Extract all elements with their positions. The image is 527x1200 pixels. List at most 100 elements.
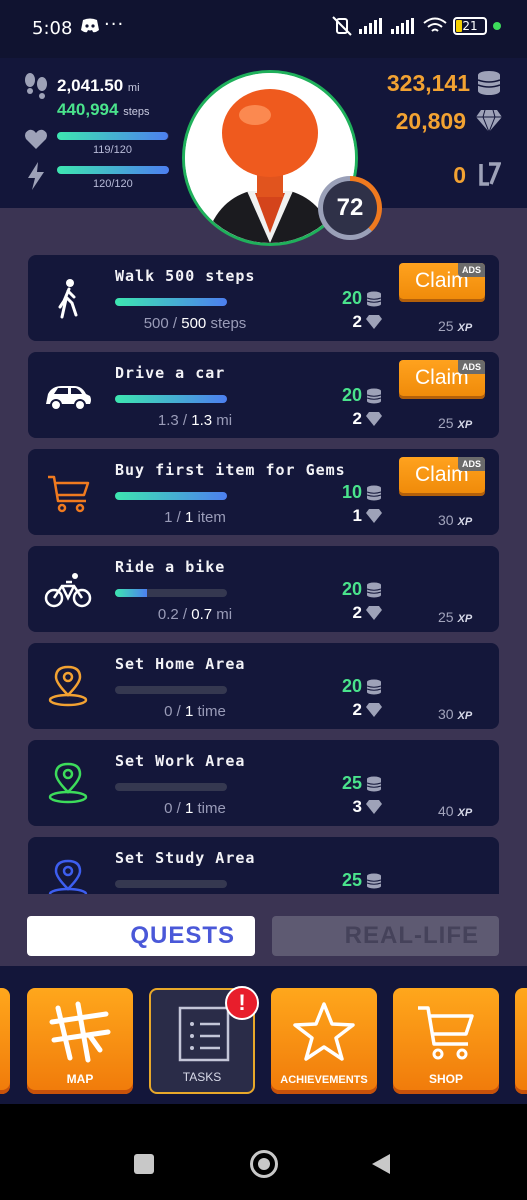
walker-icon [58,279,78,319]
coin-icon [366,873,382,889]
quest-current: 0 [164,800,173,817]
tab-quests[interactable]: QUESTS [27,916,255,956]
back-button[interactable] [370,1152,394,1176]
claim-button[interactable]: Claim ADS [399,263,485,299]
status-dot [493,22,501,30]
quest-progress-fill [115,298,227,306]
quest-progress-bar [115,395,227,403]
nav-achievements-button[interactable]: ACHIEVEMENTS [271,988,377,1094]
quest-coin-reward: 20 [341,579,362,599]
quest-xp: 25 XP [438,318,472,334]
coin-icon [366,388,382,404]
quest-progress-fill [115,589,148,597]
quest-progress-text: 1.3 / 1.3 mi [157,412,233,429]
status-right: 21 [331,16,501,36]
bottom-nav: MAP TASKS ! ACHIEVEMENTS SHOP [0,966,527,1104]
quest-target: 1 [185,703,194,720]
quest-xp: 30 XP [438,706,472,722]
nav-right-partial[interactable] [515,988,527,1094]
nav-left-partial[interactable] [0,988,10,1094]
quest-unit: time [197,800,226,817]
coin-icon [366,679,382,695]
quest-gem-reward: 2 [352,700,362,719]
quest-current: 0 [164,703,173,720]
quest-card[interactable]: Ride a bike 0.2 / 0.7 mi 20 2 25 XP [28,546,499,632]
quest-progress-text: 0.2 / 0.7 mi [157,606,233,623]
quest-current: 500 [143,315,169,332]
distance-value: 2,041.50 [57,76,124,95]
quest-coin-reward: 20 [341,288,362,308]
claim-button[interactable]: Claim ADS [399,457,485,493]
quest-xp: 25 XP [438,415,472,431]
quest-current: 0.2 [157,606,179,623]
lightning-icon [28,162,44,190]
coins-icon [477,71,501,95]
tokens-stat: 0 [453,162,466,188]
bike-icon [44,573,92,608]
quest-current: 1 [164,509,173,526]
quest-xp: 25 XP [438,609,472,625]
quest-card[interactable]: Drive a car 1.3 / 1.3 mi 20 2 25 XP Claim… [28,352,499,438]
quest-card[interactable]: Set Home Area 0 / 1 time 20 2 30 XP [28,643,499,729]
quest-unit: mi [216,606,233,623]
quest-title: Walk 500 steps [115,267,256,285]
quest-progress-fill [115,492,227,500]
quest-card[interactable]: Set Work Area 0 / 1 time 25 3 40 XP [28,740,499,826]
quest-coin-reward: 20 [341,385,362,405]
quest-xp-value: 25 [438,609,454,625]
quest-progress-bar [115,589,227,597]
quest-progress-text: 500 / 500 steps [143,315,247,332]
quest-target: 1 [185,509,194,526]
quest-type-tabs: QUESTS REAL-LIFE [0,894,527,966]
nav-shop-button[interactable]: SHOP [393,988,499,1094]
quest-unit: mi [216,412,233,429]
quest-unit: steps [210,315,247,332]
quest-xp: 40 XP [438,803,472,819]
quest-target: 500 [181,315,207,332]
quest-unit: time [197,703,226,720]
nav-tasks-button[interactable]: TASKS ! [149,986,259,1094]
home-button[interactable] [250,1150,278,1178]
coin-icon [366,582,382,598]
more-notifications-icon: ··· [104,14,125,35]
steps-unit: steps [123,106,150,118]
quest-card[interactable]: Buy first item for Gems 1 / 1 item 10 1 … [28,449,499,535]
quest-list[interactable]: Walk 500 steps 500 / 500 steps 20 2 25 XP… [0,208,527,894]
ads-badge: ADS [457,457,485,471]
claim-button[interactable]: Claim ADS [399,360,485,396]
system-nav-bar [0,1104,527,1200]
vibrate-off-icon [332,16,352,36]
ads-badge: ADS [457,263,485,277]
map-icon [49,1001,111,1063]
health-bar-fill [57,132,168,140]
quest-xp-value: 25 [438,318,454,334]
quest-xp-value: 30 [438,512,454,528]
quest-progress-text: 1 / 1 item [164,509,226,526]
steps-stat: 440,994 steps [57,100,149,120]
quest-title: Ride a bike [115,558,226,576]
star-icon [293,1002,355,1061]
quest-title: Buy first item for Gems [115,461,346,479]
gems-stat: 20,809 [395,108,466,134]
energy-bar [57,166,169,174]
footsteps-icon [25,73,47,99]
distance-stat: 2,041.50 mi [57,76,140,96]
gem-icon [366,315,382,329]
gem-icon [366,703,382,717]
recents-button[interactable] [134,1154,154,1174]
quest-unit: item [197,509,226,526]
quest-card[interactable]: Walk 500 steps 500 / 500 steps 20 2 25 XP… [28,255,499,341]
nav-map-button[interactable]: MAP [27,988,133,1094]
quest-target: 1.3 [191,412,213,429]
quest-target: 0.7 [191,606,213,623]
quest-progress-bar [115,880,227,888]
tasks-alert-badge: ! [225,986,259,1020]
gem-icon [366,509,382,523]
energy-bar-fill [57,166,169,174]
tab-real-life[interactable]: REAL-LIFE [272,916,499,956]
quest-card[interactable]: Set Study Area 0 / 1 time 25 3 [28,837,499,894]
status-bar: 5:08 ··· 21 [0,0,527,58]
quest-coin-reward: 20 [341,676,362,696]
quest-xp-unit: XP [457,516,473,528]
quest-title: Set Home Area [115,655,246,673]
